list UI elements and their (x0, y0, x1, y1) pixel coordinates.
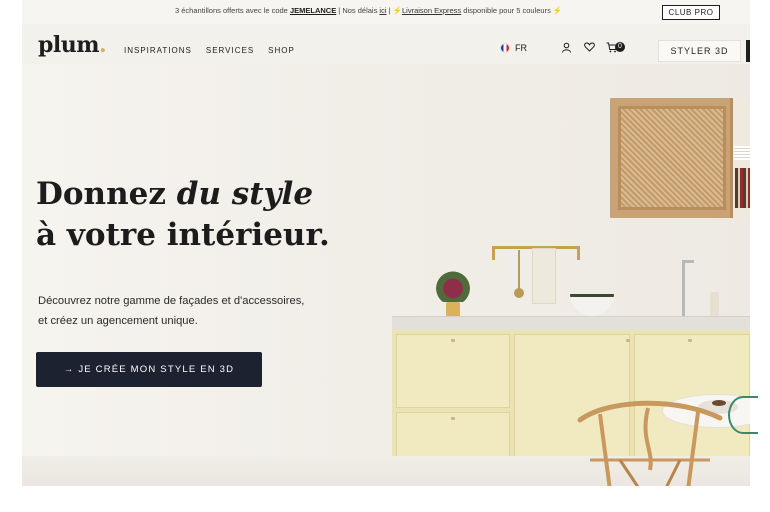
subtitle-line-1: Découvrez notre gamme de façades et d'ac… (38, 295, 305, 307)
soap-bottle (710, 292, 719, 316)
club-pro-button[interactable]: CLUB PRO (662, 5, 720, 20)
french-flag-icon (500, 43, 510, 53)
nav-link-services[interactable]: SERVICES (206, 46, 254, 55)
subtitle-line-2: et créez un agencement unique. (38, 315, 198, 327)
fruit-bowl (570, 294, 614, 316)
cart-icon[interactable]: 0 (606, 41, 625, 53)
promo-code: JEMELANCE (289, 6, 337, 15)
lightning-icon: ⚡ (392, 6, 402, 15)
browser-viewport: 3 échantillons offerts avec le code JEME… (22, 0, 750, 486)
cart-count-badge: 0 (615, 42, 625, 52)
nav-links: INSPIRATIONS SERVICES SHOP (124, 46, 295, 55)
create-style-3d-button[interactable]: → JE CRÉE MON STYLE EN 3D (36, 352, 262, 387)
announcement-text: 3 échantillons offerts avec le code JEME… (175, 6, 562, 15)
hanging-ladle (518, 250, 520, 290)
cabinet-knob (688, 339, 692, 342)
logo-dot: . (99, 32, 107, 58)
styler-3d-button[interactable]: STYLER 3D (658, 40, 741, 62)
headline-line-2: à votre intérieur. (36, 217, 330, 253)
cabinet-knob (626, 339, 630, 342)
stacked-plates (734, 146, 750, 160)
logo-text: plum (38, 32, 100, 58)
express-delivery-link[interactable]: Livraison Express (402, 6, 461, 15)
faucet (682, 260, 685, 316)
protea-plant (434, 268, 472, 302)
language-label: FR (515, 43, 527, 53)
announcement-part-2: | Nos délais (336, 6, 380, 15)
announcement-part-1: 3 échantillons offerts avec le code (175, 6, 290, 15)
plum-logo[interactable]: plum. (38, 32, 107, 58)
lightning-icon: ⚡ (552, 6, 563, 15)
announcement-part-4: disponible pour 5 couleurs (461, 6, 553, 15)
rail-bracket-right (577, 246, 580, 260)
hero-headline: Donnez du style à votre intérieur. (36, 174, 330, 256)
cabinet-front-1 (396, 334, 510, 408)
hero-subtitle: Découvrez notre gamme de façades et d'ac… (38, 291, 398, 331)
headline-part-1: Donnez (36, 176, 177, 212)
nav-link-inspirations[interactable]: INSPIRATIONS (124, 46, 192, 55)
hanging-towel (532, 248, 556, 304)
wall-cabinet (610, 98, 750, 218)
main-navigation: plum. INSPIRATIONS SERVICES SHOP FR 0 ST… (22, 24, 750, 64)
nav-icons: 0 (560, 41, 625, 53)
countertop (392, 316, 750, 330)
rail-bracket-left (492, 246, 495, 260)
headline-emphasis: du style (176, 176, 314, 212)
announcement-bar: 3 échantillons offerts avec le code JEME… (22, 0, 750, 24)
account-icon[interactable] (560, 41, 572, 53)
nav-link-shop[interactable]: SHOP (268, 46, 295, 55)
language-selector[interactable]: FR (500, 43, 527, 53)
hero-section: Donnez du style à votre intérieur. Décou… (22, 64, 750, 486)
cane-cabinet-door (618, 106, 726, 210)
cookbooks (735, 168, 750, 208)
nav-dark-button-edge[interactable] (746, 40, 750, 62)
faucet-spout (682, 260, 694, 263)
delays-link[interactable]: ici (379, 6, 386, 15)
wishbone-chair (577, 400, 723, 486)
cabinet-knob (451, 417, 455, 420)
wishlist-heart-icon[interactable] (583, 41, 595, 53)
ladle-head (514, 288, 524, 298)
chat-widget-ring[interactable] (728, 396, 758, 434)
cabinet-knob (451, 339, 455, 342)
